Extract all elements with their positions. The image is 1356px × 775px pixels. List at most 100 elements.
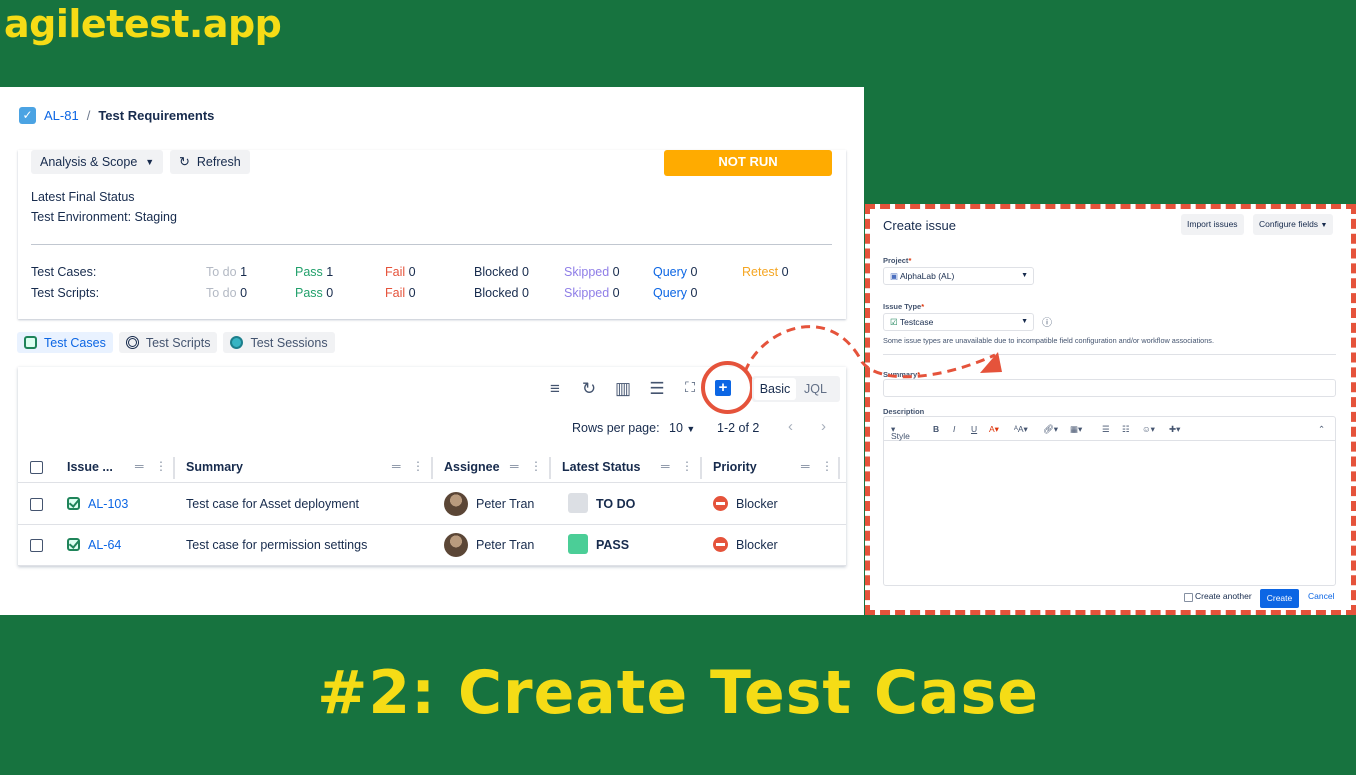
column-resizer[interactable] — [431, 457, 433, 479]
row-checkbox[interactable] — [30, 539, 43, 552]
pass-count: 0 — [326, 286, 334, 300]
rows-per-page-select[interactable]: 10 ▼ — [669, 421, 695, 435]
table-icon[interactable]: ▦▾ — [1070, 424, 1082, 435]
create-another-checkbox[interactable] — [1184, 593, 1193, 602]
column-resizer[interactable] — [549, 457, 551, 479]
column-menu-icon[interactable]: ⋮ — [681, 459, 693, 473]
cancel-button[interactable]: Cancel — [1308, 591, 1334, 601]
retest-count: 0 — [781, 265, 789, 279]
column-menu-icon[interactable]: ⋮ — [821, 459, 833, 473]
column-resizer[interactable] — [173, 457, 175, 479]
blocked-stat: Blocked 0 — [474, 286, 529, 300]
summary-card: Analysis & Scope ▼ ↻ Refresh NOT RUN Lat… — [18, 150, 846, 319]
density-icon[interactable]: ☰ — [647, 379, 667, 399]
assignee-name: Peter Tran — [476, 497, 535, 511]
row-checkbox[interactable] — [30, 498, 43, 511]
fail-stat: Fail 0 — [385, 265, 416, 279]
todo-label: To do — [206, 265, 237, 279]
bullet-list-icon[interactable]: ☰ — [1102, 424, 1110, 435]
link-icon[interactable]: 🔗︎▾ — [1043, 424, 1058, 435]
column-resizer[interactable] — [700, 457, 702, 479]
text-size-icon[interactable]: ᴬA▾ — [1014, 424, 1028, 435]
query-label: Query — [653, 265, 688, 279]
column-assignee[interactable]: Assignee — [444, 460, 500, 474]
summary-input[interactable] — [883, 379, 1336, 397]
analysis-scope-button[interactable]: Analysis & Scope ▼ — [31, 150, 164, 174]
refresh-button[interactable]: ↻ Refresh — [170, 150, 250, 174]
column-issue[interactable]: Issue ... — [67, 460, 113, 474]
drag-handle-icon[interactable]: ═ — [801, 459, 810, 473]
table-row[interactable]: AL-64 Test case for permission settings … — [18, 525, 846, 566]
add-test-case-button[interactable]: + — [715, 380, 731, 396]
project-select[interactable]: ▣ AlphaLab (AL) ▼ — [883, 267, 1034, 285]
column-menu-icon[interactable]: ⋮ — [530, 459, 542, 473]
drag-handle-icon[interactable]: ═ — [661, 459, 670, 473]
prev-page-icon[interactable]: ‹ — [788, 418, 793, 435]
test-cases-table-card: ≡ ↻ ▥ ☰ ⛶ + Basic JQL Rows per page: 10 … — [18, 361, 846, 566]
basic-mode-button[interactable]: Basic — [754, 378, 796, 400]
tab-test-cases[interactable]: Test Cases — [17, 332, 113, 353]
drag-handle-icon[interactable]: ═ — [135, 459, 144, 473]
column-summary[interactable]: Summary — [186, 460, 243, 474]
fail-count: 0 — [408, 286, 416, 300]
italic-icon[interactable]: I — [953, 424, 955, 434]
caret-down-icon: ▼ — [686, 424, 696, 434]
column-latest-status[interactable]: Latest Status — [562, 460, 641, 474]
breadcrumb-issue-key[interactable]: AL-81 — [44, 108, 79, 123]
style-dropdown[interactable]: Style ▾ — [891, 424, 910, 441]
rows-per-page-value: 10 — [669, 421, 683, 435]
project-avatar-icon: ▣ — [890, 271, 899, 281]
fail-count: 0 — [408, 265, 416, 279]
description-label: Description — [883, 407, 925, 416]
refresh-label: Refresh — [196, 155, 241, 169]
status-color-swatch — [568, 534, 588, 554]
drag-handle-icon[interactable]: ═ — [510, 459, 519, 473]
assignee-name: Peter Tran — [476, 538, 535, 552]
configure-fields-button[interactable]: Configure fields ▼ — [1253, 214, 1334, 235]
chevron-down-icon: ▼ — [1320, 222, 1328, 229]
issue-key-link[interactable]: AL-64 — [88, 538, 121, 552]
numbered-list-icon[interactable]: ☷ — [1122, 424, 1130, 435]
select-all-checkbox[interactable] — [30, 461, 43, 474]
import-issues-button[interactable]: Import issues — [1181, 214, 1244, 235]
tab-test-scripts[interactable]: Test Scripts — [118, 332, 218, 353]
pass-stat: Pass 0 — [295, 286, 333, 300]
testcase-type-icon — [67, 538, 80, 551]
required-asterisk: * — [917, 370, 921, 379]
issue-type-select[interactable]: ☑ Testcase ▼ — [883, 313, 1034, 331]
avatar — [444, 492, 468, 516]
emoji-icon[interactable]: ☺▾ — [1142, 424, 1155, 435]
next-page-icon[interactable]: › — [821, 418, 826, 435]
column-menu-icon[interactable]: ⋮ — [155, 459, 167, 473]
column-menu-icon[interactable]: ⋮ — [412, 459, 424, 473]
status-text: TO DO — [596, 497, 636, 511]
insert-more-icon[interactable]: ✚▾ — [1169, 424, 1180, 435]
create-button[interactable]: Create — [1260, 589, 1299, 608]
final-status-label: Latest Final Status — [31, 190, 135, 204]
issue-key-link[interactable]: AL-103 — [88, 497, 128, 511]
underline-icon[interactable]: U — [971, 424, 977, 434]
blocked-count: 0 — [521, 286, 529, 300]
description-editor[interactable]: Style ▾ B I U A▾ ᴬA▾ 🔗︎▾ ▦▾ ☰ ☷ ☺▾ ✚▾ ⌃ — [883, 416, 1336, 586]
column-resizer[interactable] — [838, 457, 840, 479]
drag-handle-icon[interactable]: ═ — [392, 459, 401, 473]
page-range: 1-2 of 2 — [717, 421, 760, 435]
tab-test-sessions[interactable]: Test Sessions — [223, 332, 335, 353]
help-icon[interactable]: ⓘ — [1042, 314, 1052, 329]
chevron-down-icon: ▼ — [145, 157, 155, 167]
collapse-icon[interactable]: ⌃ — [1318, 424, 1325, 435]
todo-stat: To do 1 — [206, 265, 247, 279]
text-color-icon[interactable]: A▾ — [989, 424, 999, 435]
table-row[interactable]: AL-103 Test case for Asset deployment Pe… — [18, 484, 846, 525]
bold-icon[interactable]: B — [933, 424, 939, 434]
todo-label: To do — [206, 286, 237, 300]
filter-icon[interactable]: ≡ — [545, 379, 565, 399]
fullscreen-icon[interactable]: ⛶ — [680, 379, 700, 396]
column-priority[interactable]: Priority — [713, 460, 757, 474]
reload-icon[interactable]: ↻ — [579, 379, 599, 399]
status-text: PASS — [596, 538, 630, 552]
jql-mode-button[interactable]: JQL — [804, 378, 827, 400]
test-tabs: Test Cases Test Scripts Test Sessions — [17, 332, 335, 353]
style-label: Style — [891, 431, 910, 441]
columns-icon[interactable]: ▥ — [613, 379, 633, 399]
